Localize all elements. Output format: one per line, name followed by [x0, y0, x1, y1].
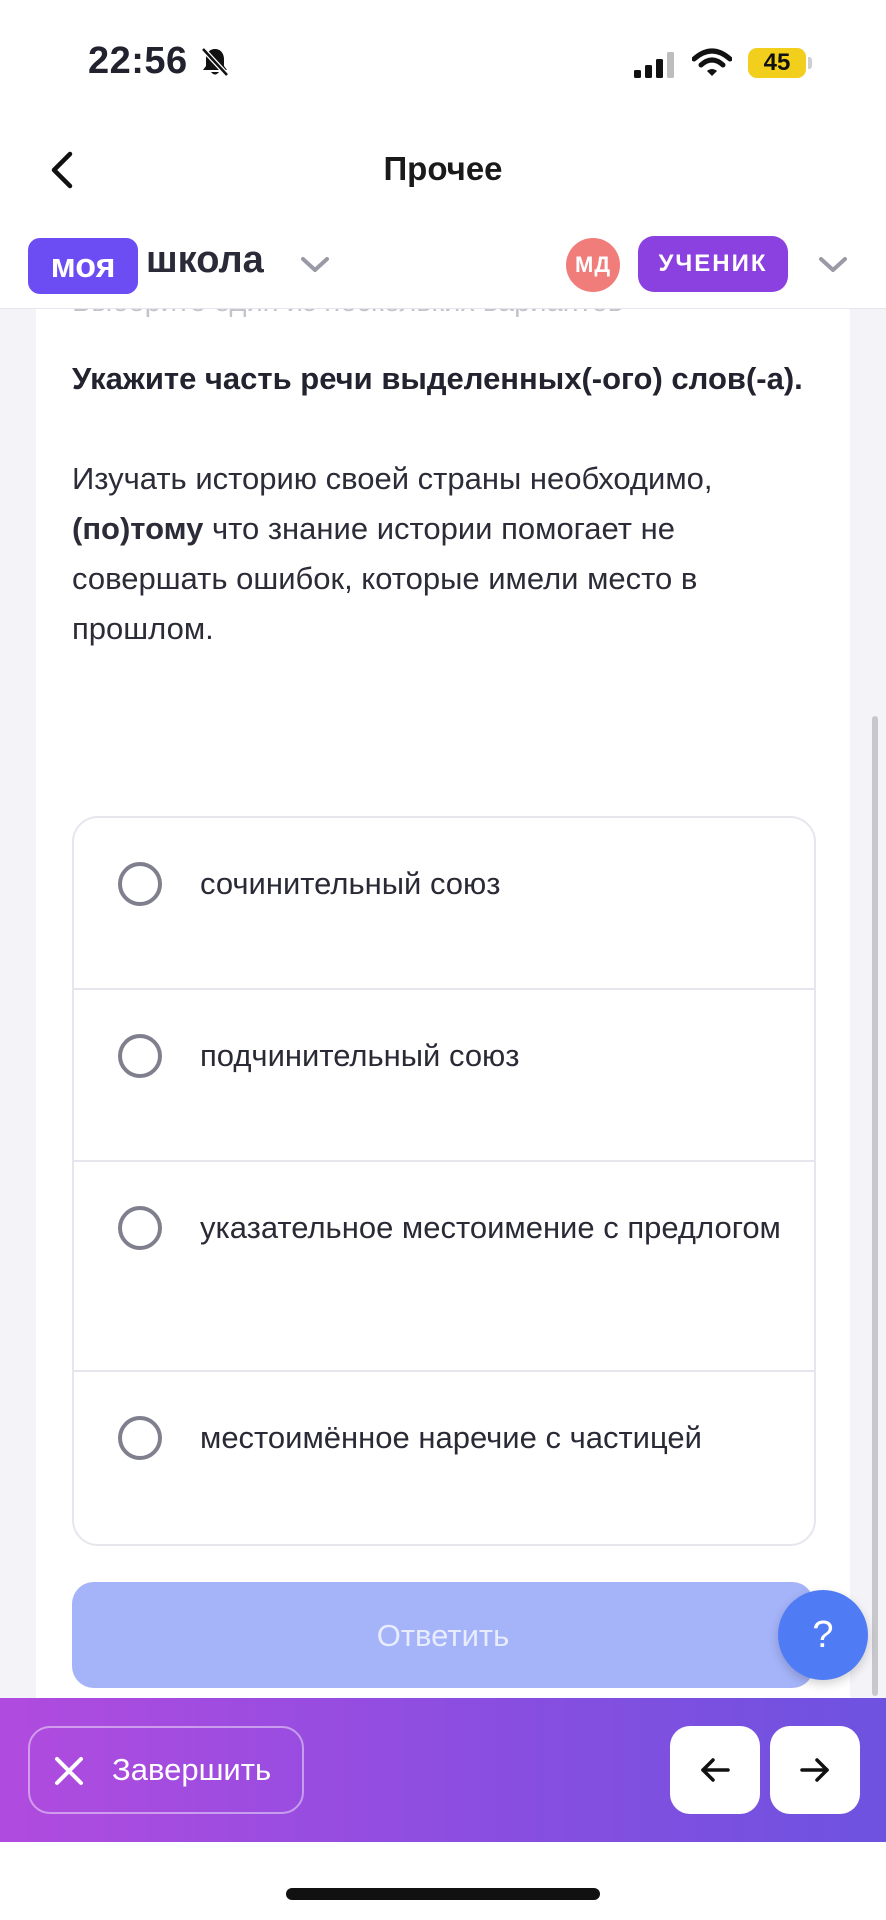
wifi-icon [691, 48, 733, 83]
content-gutter-left [0, 308, 36, 1700]
radio-button[interactable] [118, 1034, 162, 1078]
answer-options: сочинительный союз подчинительный союз у… [72, 816, 816, 1546]
answer-button[interactable]: Ответить [72, 1582, 814, 1688]
logo-shkola[interactable]: школа [146, 239, 264, 282]
chevron-down-icon[interactable] [818, 256, 848, 279]
finish-button[interactable]: Завершить [28, 1726, 304, 1814]
passage-text: Изучать историю своей страны необходимо,… [72, 454, 832, 654]
battery-level: 45 [748, 48, 806, 78]
role-badge[interactable]: УЧЕНИК [638, 236, 788, 292]
close-icon [52, 1754, 86, 1793]
option-label: сочинительный союз [200, 866, 501, 901]
content-gutter-right [850, 308, 886, 1700]
passage-before: Изучать историю своей страны необходимо, [72, 461, 713, 496]
option-3[interactable]: указательное местоимение с предлогом [74, 1162, 814, 1372]
arrow-right-icon [800, 1758, 829, 1782]
scrollbar[interactable] [872, 716, 878, 1696]
bell-muted-icon [200, 46, 230, 83]
option-4[interactable]: местоимённое наречие с частицей [74, 1372, 814, 1544]
cellular-signal-icon [634, 52, 678, 83]
logo-moya[interactable]: моя [28, 238, 138, 294]
next-question-button[interactable] [770, 1726, 860, 1814]
bottom-bar: Завершить [0, 1698, 886, 1842]
arrow-left-icon [701, 1758, 730, 1782]
passage-highlight: (по)тому [72, 511, 204, 546]
home-indicator[interactable] [286, 1888, 600, 1900]
option-label: подчинительный союз [200, 1038, 520, 1073]
chevron-down-icon[interactable] [300, 256, 330, 279]
finish-label: Завершить [112, 1752, 272, 1787]
option-label: указательное местоимение с предлогом [200, 1210, 781, 1245]
previous-question-button[interactable] [670, 1726, 760, 1814]
help-button[interactable]: ? [778, 1590, 868, 1680]
app-header: моя школа МД УЧЕНИК [0, 222, 886, 309]
radio-button[interactable] [118, 1206, 162, 1250]
avatar[interactable]: МД [566, 238, 620, 292]
option-1[interactable]: сочинительный союз [74, 818, 814, 990]
page-title: Прочее [383, 150, 503, 187]
status-time: 22:56 [88, 40, 188, 82]
battery-cap [808, 57, 812, 69]
status-bar: 22:56 45 [0, 0, 886, 130]
radio-button[interactable] [118, 1416, 162, 1460]
radio-button[interactable] [118, 862, 162, 906]
option-label: местоимённое наречие с частицей [200, 1420, 702, 1455]
option-2[interactable]: подчинительный союз [74, 990, 814, 1162]
question-text: Укажите часть речи выделенных(-ого) слов… [72, 361, 803, 396]
